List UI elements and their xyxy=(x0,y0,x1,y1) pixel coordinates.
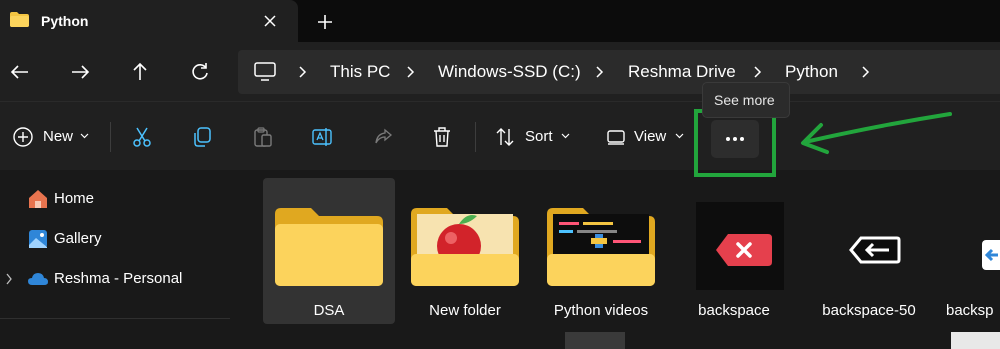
onedrive-cloud-icon xyxy=(28,273,48,285)
file-name: backspace-50 xyxy=(822,302,916,319)
navigation-bar: This PC Windows-SSD (C:) Reshma Drive Py… xyxy=(0,42,1000,101)
gallery-icon xyxy=(29,230,47,248)
refresh-icon[interactable] xyxy=(189,61,211,83)
chevron-down-icon[interactable] xyxy=(675,132,684,140)
file-item-backspace-50[interactable]: backspace-50 xyxy=(803,178,935,324)
annotation-highlight-box xyxy=(694,109,776,177)
sort-arrows-icon[interactable] xyxy=(494,126,516,148)
new-plus-circle-icon[interactable] xyxy=(12,126,34,148)
divider xyxy=(475,122,476,152)
tab-bar: Python xyxy=(0,0,1000,42)
address-bar[interactable]: This PC Windows-SSD (C:) Reshma Drive Py… xyxy=(238,50,1000,94)
back-arrow-icon[interactable] xyxy=(9,61,31,83)
file-item-python-videos[interactable]: Python videos xyxy=(535,178,667,324)
view-icon[interactable] xyxy=(606,126,626,148)
sidebar-item-label: Reshma - Personal xyxy=(54,270,183,287)
home-icon xyxy=(29,190,47,208)
tab-python[interactable]: Python xyxy=(0,0,298,42)
breadcrumb-python[interactable]: Python xyxy=(785,62,838,82)
chevron-right-icon[interactable] xyxy=(298,66,308,78)
backspace-image-icon xyxy=(696,202,784,290)
navigation-pane: Home Gallery Reshma - Personal xyxy=(0,170,245,349)
annotation-arrow-icon xyxy=(801,112,952,154)
rename-icon[interactable] xyxy=(311,126,333,148)
copy-icon[interactable] xyxy=(191,126,213,148)
breadcrumb-windows-ssd[interactable]: Windows-SSD (C:) xyxy=(438,62,581,82)
breadcrumb-this-pc[interactable]: This PC xyxy=(330,62,390,82)
this-pc-icon[interactable] xyxy=(254,62,276,82)
file-name: Python videos xyxy=(553,302,649,319)
new-tab-plus-icon[interactable] xyxy=(316,13,334,31)
breadcrumb-reshma-drive[interactable]: Reshma Drive xyxy=(628,62,736,82)
tooltip-text: See more xyxy=(714,92,775,108)
folder-icon xyxy=(10,12,29,27)
cut-scissors-icon[interactable] xyxy=(131,126,153,148)
sidebar-item-label: Gallery xyxy=(54,230,102,247)
chevron-down-icon[interactable] xyxy=(80,132,89,140)
new-button[interactable]: New xyxy=(43,128,73,145)
chevron-right-icon[interactable] xyxy=(753,66,763,78)
file-name: backspace xyxy=(698,302,770,319)
file-item-backspace[interactable]: backspace xyxy=(668,178,800,324)
folder-with-apple-icon xyxy=(411,208,519,286)
backspace-outline-image-icon xyxy=(849,236,901,264)
paste-clipboard-icon[interactable] xyxy=(252,126,274,148)
chevron-right-icon[interactable] xyxy=(5,273,13,285)
up-arrow-icon[interactable] xyxy=(129,61,151,83)
backspace-blue-image-icon xyxy=(982,240,1000,270)
file-name: DSA xyxy=(313,302,345,319)
view-button[interactable]: View xyxy=(634,128,666,145)
file-item-backspace-partial[interactable]: backsp xyxy=(938,178,1000,324)
thumbnail-partial[interactable] xyxy=(565,332,625,349)
chevron-down-icon[interactable] xyxy=(561,132,570,140)
divider xyxy=(0,318,230,319)
chevron-right-icon[interactable] xyxy=(861,66,871,78)
file-list: DSA New folder Python videos backspace b… xyxy=(245,170,1000,349)
share-icon[interactable] xyxy=(372,126,394,148)
sidebar-item-label: Home xyxy=(54,190,95,207)
file-item-dsa[interactable]: DSA xyxy=(263,178,395,324)
tab-title: Python xyxy=(41,13,89,29)
file-name: New folder xyxy=(429,302,501,319)
sort-button[interactable]: Sort xyxy=(525,128,553,145)
folder-icon xyxy=(275,208,383,286)
see-more-tooltip: See more xyxy=(702,82,790,118)
forward-arrow-icon[interactable] xyxy=(69,61,91,83)
close-icon[interactable] xyxy=(262,13,278,29)
file-item-new-folder[interactable]: New folder xyxy=(399,178,531,324)
chevron-right-icon[interactable] xyxy=(406,66,416,78)
delete-trash-icon[interactable] xyxy=(431,126,453,148)
file-name: backsp xyxy=(946,302,994,319)
thumbnail-partial[interactable] xyxy=(951,332,1000,349)
divider xyxy=(110,122,111,152)
chevron-right-icon[interactable] xyxy=(595,66,605,78)
folder-with-video-icon xyxy=(547,208,655,286)
